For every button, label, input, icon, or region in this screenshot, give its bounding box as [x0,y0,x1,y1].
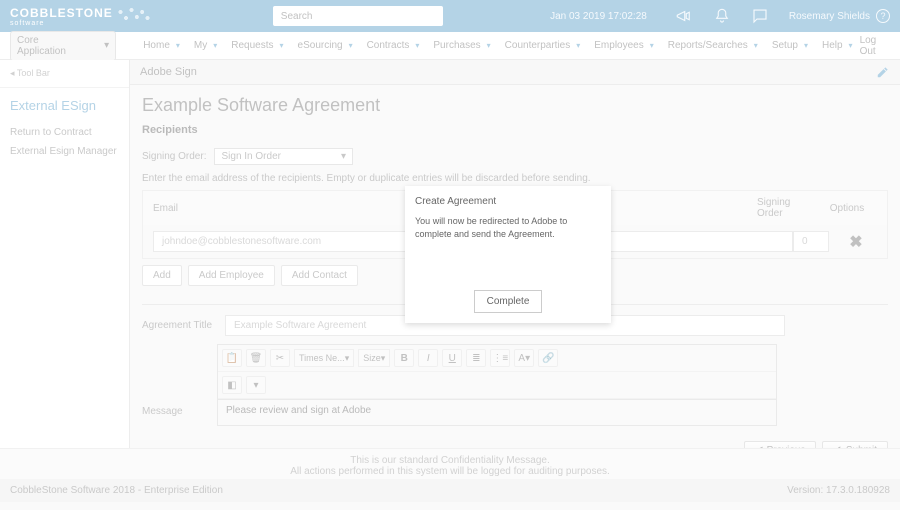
complete-button[interactable]: Complete [474,290,543,313]
modal-title: Create Agreement [415,196,601,207]
create-agreement-modal: Create Agreement You will now be redirec… [405,186,611,323]
modal-body: You will now be redirected to Adobe to c… [415,215,601,240]
